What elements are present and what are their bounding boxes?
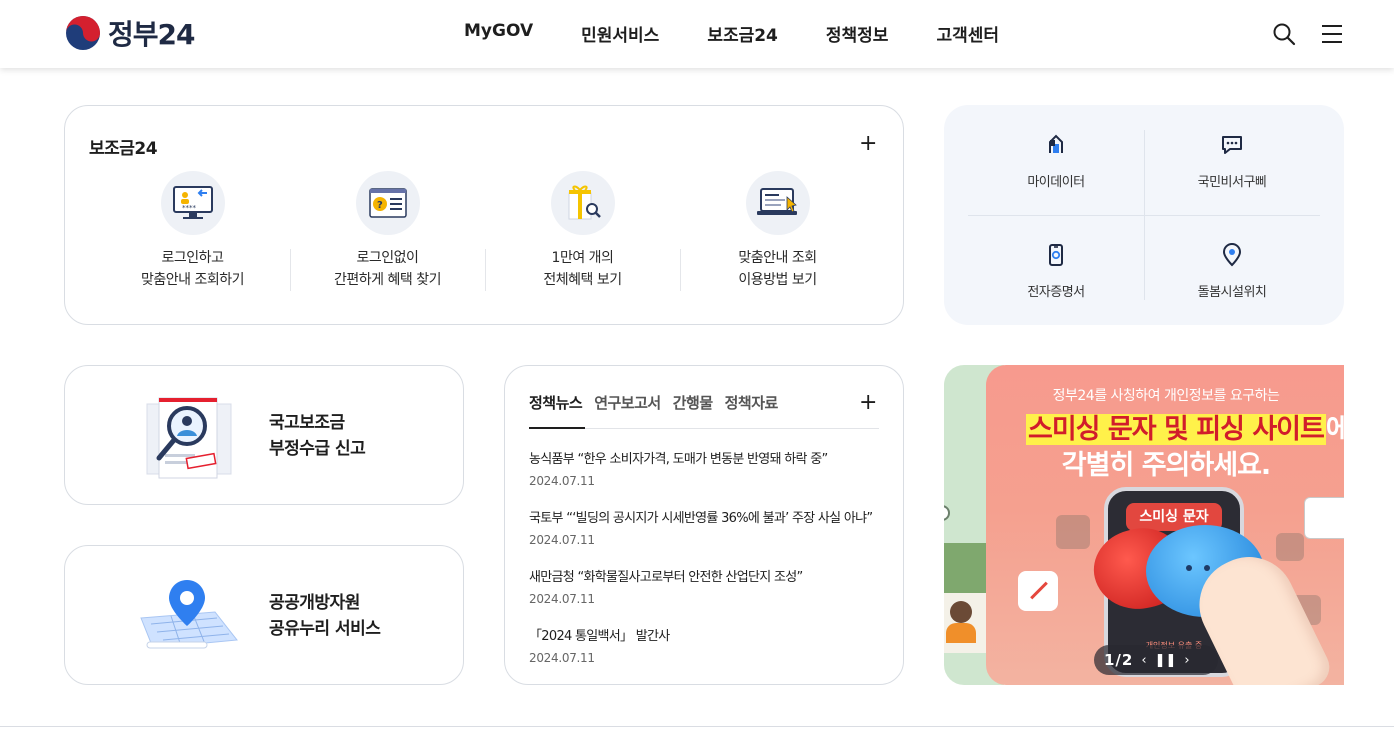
quick-menu-panel: 마이데이터 국민비서구삐 전자증명서 돌봄시설위치: [944, 105, 1344, 325]
news-item[interactable]: 농식품부 “한우 소비자가격, 도매가 변동분 반영돼 하락 중” 2024.0…: [529, 448, 884, 507]
tab-publications[interactable]: 간행물: [673, 392, 713, 413]
banner-carousel: 정부24를 사칭하여 개인정보를 요구하는 스미싱 문자 및 피싱 사이트에 각…: [944, 365, 1344, 685]
quick-mydata[interactable]: 마이데이터: [968, 133, 1144, 217]
blurred-app-icon: [1276, 533, 1304, 561]
all-benefits-item[interactable]: 1만여 개의 전체혜택 보기: [485, 171, 680, 301]
sub-item-label: 1만여 개의 전체혜택 보기: [543, 250, 622, 288]
pager-count: 1/2: [1104, 651, 1134, 669]
news-title: 국토부 “‘빌딩의 공시지가 시세반영률 36%에 불과’ 주장 사실 아냐”: [529, 511, 873, 526]
login-custom-lookup-item[interactable]: **** 로그인하고 맞춤안내 조회하기: [95, 171, 290, 301]
news-list: 농식품부 “한우 소비자가격, 도매가 변동분 반영돼 하락 중” 2024.0…: [529, 448, 884, 684]
quick-label: 국민비서구삐: [1197, 175, 1267, 190]
tab-policy-news[interactable]: 정책뉴스: [529, 392, 583, 413]
quick-e-certificate[interactable]: 전자증명서: [968, 243, 1144, 327]
tab-research-reports[interactable]: 연구보고서: [594, 392, 661, 413]
laptop-guide-icon: [745, 171, 810, 235]
nav-policy-info[interactable]: 정책정보: [826, 21, 889, 46]
magnifier-report-icon: [146, 397, 232, 479]
nav-mygov[interactable]: MyGOV: [464, 21, 533, 46]
quick-label: 전자증명서: [1027, 285, 1085, 300]
subsidy24-menu: **** 로그인하고 맞춤안내 조회하기 ? 로그인없이 간편하게 혜택 찾기: [95, 171, 875, 301]
footer-divider: [0, 726, 1394, 727]
banner-headline-rest: 에: [1325, 414, 1344, 445]
login-monitor-icon: ****: [160, 171, 225, 235]
smishing-warning-banner[interactable]: 정부24를 사칭하여 개인정보를 요구하는 스미싱 문자 및 피싱 사이트에 각…: [986, 365, 1344, 685]
quick-label: 돌봄시설위치: [1197, 285, 1267, 300]
usage-guide-item[interactable]: 맞춤안내 조회 이용방법 보기: [680, 171, 875, 301]
quick-chatbot[interactable]: 국민비서구삐: [1144, 133, 1320, 217]
pause-icon[interactable]: ❚❚: [1155, 653, 1177, 668]
active-tab-indicator: [529, 427, 585, 429]
nav-customer-center[interactable]: 고객센터: [936, 21, 999, 46]
subsidy24-more-button[interactable]: +: [859, 133, 877, 155]
gift-search-icon: [550, 171, 615, 235]
chat-icon: [1222, 136, 1242, 154]
news-item[interactable]: 국토부 “‘빌딩의 공시지가 시세반영률 36%에 불과’ 주장 사실 아냐” …: [529, 507, 884, 566]
news-item[interactable]: 「2024 통일백서」 발간사 2024.07.11: [529, 625, 884, 684]
location-pin-icon: [1222, 243, 1242, 267]
blurred-app-icon: [1056, 515, 1090, 549]
nav-civil-service[interactable]: 민원서비스: [581, 21, 659, 46]
news-title: 농식품부 “한우 소비자가격, 도매가 변동분 반영돼 하락 중”: [529, 452, 828, 467]
sub-item-label: 로그인없이 간편하게 혜택 찾기: [334, 250, 441, 288]
menu-icon[interactable]: [1320, 22, 1344, 46]
banner-top-text: 정부24를 사칭하여 개인정보를 요구하는: [1052, 388, 1280, 404]
question-doc-icon: ?: [355, 171, 420, 235]
quick-care-facility[interactable]: 돌봄시설위치: [1144, 243, 1320, 327]
news-date: 2024.07.11: [529, 651, 595, 665]
subsidy24-card: 보조금24 + **** 로그인하고 맞춤안내 조회하기 ? 로그인없이 간편하…: [64, 105, 904, 325]
search-icon[interactable]: [1272, 22, 1296, 46]
nav-subsidy24[interactable]: 보조금24: [707, 21, 778, 46]
subsidy-fraud-report-card[interactable]: 국고보조금 부정수급 신고: [64, 365, 464, 505]
quick-label: 마이데이터: [1027, 175, 1085, 190]
site-logo[interactable]: 정부24: [64, 13, 195, 53]
banner-headline-line2: 각별히 주의하세요.: [1061, 450, 1271, 481]
sub-item-label: 맞춤안내 조회 이용방법 보기: [738, 250, 817, 288]
news-title: 「2024 통일백서」 발간사: [529, 629, 670, 644]
news-title: 새만금청 “화학물질사고로부터 안전한 산업단지 조성”: [529, 570, 803, 585]
banner-headline: 스미싱 문자 및 피싱 사이트에: [1026, 407, 1344, 446]
memo-app-icon: [1018, 571, 1058, 611]
carousel-pager: 1/2 ‹ ❚❚ ›: [1094, 645, 1218, 675]
site-header: 정부24 MyGOV 민원서비스 보조금24 정책정보 고객센터: [0, 0, 1394, 68]
news-date: 2024.07.11: [529, 474, 595, 488]
tab-policy-materials[interactable]: 정책자료: [725, 392, 779, 413]
policy-news-card: 정책뉴스 연구보고서 간행물 정책자료 + 농식품부 “한우 소비자가격, 도매…: [504, 365, 904, 685]
no-login-benefit-search-item[interactable]: ? 로그인없이 간편하게 혜택 찾기: [290, 171, 485, 301]
certificate-icon: [1049, 244, 1063, 266]
public-resource-sharing-card[interactable]: 공공개방자원 공유누리 서비스: [64, 545, 464, 685]
banner-headline-highlight: 스미싱 문자 및 피싱 사이트: [1026, 414, 1326, 445]
service-title: 공공개방자원 공유누리 서비스: [269, 593, 381, 639]
logo-text: 정부24: [108, 18, 195, 51]
chevron-left-icon[interactable]: ‹: [1141, 653, 1146, 668]
chevron-right-icon[interactable]: ›: [1184, 653, 1189, 668]
main-nav: MyGOV 민원서비스 보조금24 정책정보 고객센터: [464, 21, 999, 46]
id-card-icon: [1304, 497, 1344, 539]
svg-text:?: ?: [377, 200, 383, 211]
news-tabs: 정책뉴스 연구보고서 간행물 정책자료: [529, 392, 778, 413]
service-title: 국고보조금 부정수급 신고: [269, 413, 366, 459]
taegeuk-logo-icon: [66, 16, 100, 50]
svg-text:****: ****: [182, 204, 197, 212]
subsidy24-title: 보조금24: [89, 139, 158, 159]
news-date: 2024.07.11: [529, 592, 595, 606]
news-date: 2024.07.11: [529, 533, 595, 547]
news-more-button[interactable]: +: [859, 392, 877, 414]
map-pin-icon: [140, 580, 238, 649]
mydata-icon: [1049, 134, 1063, 153]
news-item[interactable]: 새만금청 “화학물질사고로부터 안전한 산업단지 조성” 2024.07.11: [529, 566, 884, 625]
sub-item-label: 로그인하고 맞춤안내 조회하기: [141, 250, 245, 288]
